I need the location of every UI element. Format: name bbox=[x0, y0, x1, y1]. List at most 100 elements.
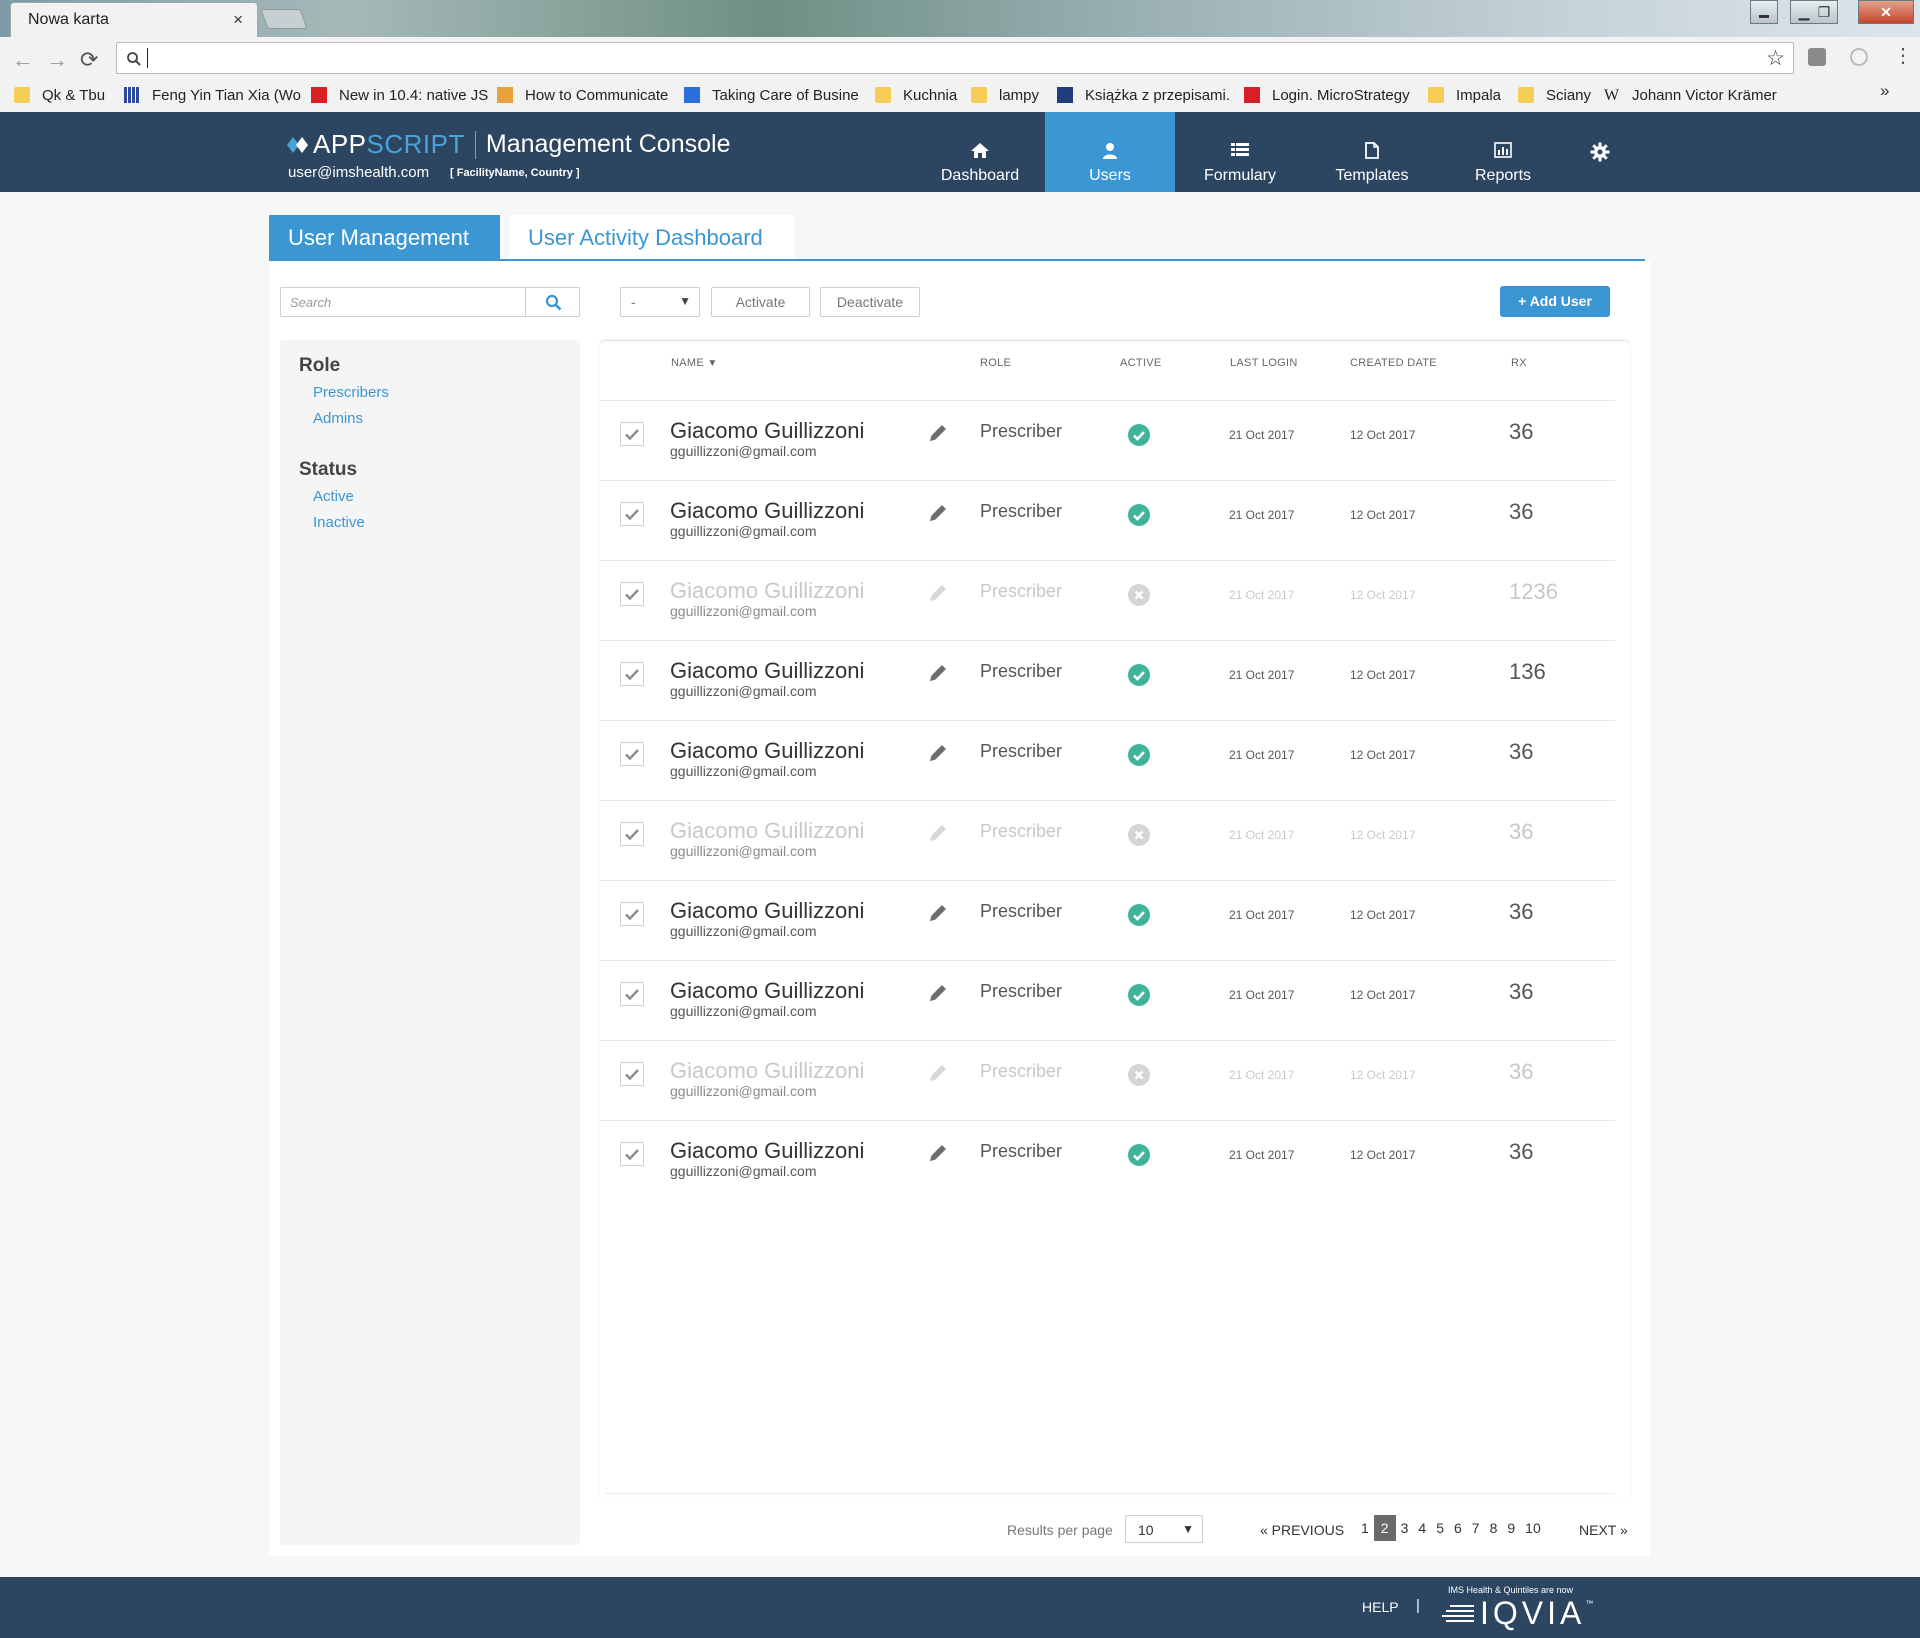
edit-pencil-icon[interactable] bbox=[926, 661, 950, 685]
active-check-icon[interactable] bbox=[1127, 663, 1151, 687]
search-button[interactable] bbox=[525, 288, 580, 316]
maximize-icon[interactable]: ❐ bbox=[1814, 1, 1834, 23]
bulk-action-select[interactable]: - ▼ bbox=[620, 287, 700, 317]
table-row[interactable]: Giacomo Guillizzoni gguillizzoni@gmail.co… bbox=[600, 960, 1615, 1040]
inactive-x-icon[interactable] bbox=[1127, 1063, 1151, 1087]
activate-button[interactable]: Activate bbox=[711, 287, 810, 317]
back-icon[interactable]: ← bbox=[12, 47, 34, 73]
inactive-x-icon[interactable] bbox=[1127, 583, 1151, 607]
edit-pencil-icon[interactable] bbox=[926, 981, 950, 1005]
row-checkbox[interactable] bbox=[620, 742, 644, 766]
nav-reports[interactable]: Reports bbox=[1438, 112, 1568, 192]
filter-inactive[interactable]: Inactive bbox=[313, 514, 365, 531]
page-link[interactable]: 9 bbox=[1502, 1515, 1520, 1541]
page-link[interactable]: 8 bbox=[1485, 1515, 1503, 1541]
more-bookmarks-icon[interactable]: » bbox=[1880, 81, 1889, 101]
table-row[interactable]: Giacomo Guillizzoni gguillizzoni@gmail.co… bbox=[600, 880, 1615, 960]
column-header-role[interactable]: ROLE bbox=[980, 357, 1011, 369]
table-row[interactable]: Giacomo Guillizzoni gguillizzoni@gmail.co… bbox=[600, 800, 1615, 880]
column-header-active[interactable]: ACTIVE bbox=[1120, 357, 1162, 369]
active-check-icon[interactable] bbox=[1127, 743, 1151, 767]
bookmark-item[interactable]: Impala bbox=[1428, 83, 1501, 107]
inactive-x-icon[interactable] bbox=[1127, 823, 1151, 847]
filter-active[interactable]: Active bbox=[313, 488, 354, 505]
row-checkbox[interactable] bbox=[620, 662, 644, 686]
table-row[interactable]: Giacomo Guillizzoni gguillizzoni@gmail.co… bbox=[600, 640, 1615, 720]
page-link[interactable]: 3 bbox=[1396, 1515, 1414, 1541]
page-link[interactable]: 2 bbox=[1373, 1515, 1396, 1541]
reload-icon[interactable]: ⟳ bbox=[80, 47, 98, 73]
row-checkbox[interactable] bbox=[620, 502, 644, 526]
results-per-page-select[interactable]: 10 ▼ bbox=[1125, 1515, 1203, 1543]
page-link[interactable]: 4 bbox=[1413, 1515, 1431, 1541]
extension-icon[interactable] bbox=[1808, 48, 1826, 66]
column-header-last-login[interactable]: LAST LOGIN bbox=[1230, 357, 1298, 369]
nav-formulary[interactable]: Formulary bbox=[1175, 112, 1305, 192]
table-row[interactable]: Giacomo Guillizzoni gguillizzoni@gmail.co… bbox=[600, 1040, 1615, 1120]
active-check-icon[interactable] bbox=[1127, 423, 1151, 447]
page-link[interactable]: 1 bbox=[1356, 1515, 1374, 1541]
row-checkbox[interactable] bbox=[620, 582, 644, 606]
bookmark-item[interactable]: W Johann Victor Krämer bbox=[1604, 83, 1777, 107]
nav-users[interactable]: Users bbox=[1045, 112, 1175, 192]
page-link[interactable]: 6 bbox=[1449, 1515, 1467, 1541]
bookmark-item[interactable]: Sciany bbox=[1518, 83, 1591, 107]
table-row[interactable]: Giacomo Guillizzoni gguillizzoni@gmail.co… bbox=[600, 560, 1615, 640]
row-checkbox[interactable] bbox=[620, 1142, 644, 1166]
new-tab-button[interactable] bbox=[260, 9, 308, 29]
column-header-rx[interactable]: RX bbox=[1511, 357, 1527, 369]
table-row[interactable]: Giacomo Guillizzoni gguillizzoni@gmail.co… bbox=[600, 480, 1615, 560]
tab-user-management[interactable]: User Management bbox=[269, 215, 500, 260]
active-check-icon[interactable] bbox=[1127, 503, 1151, 527]
previous-page-link[interactable]: « PREVIOUS bbox=[1260, 1522, 1344, 1538]
row-checkbox[interactable] bbox=[620, 982, 644, 1006]
bookmark-item[interactable]: New in 10.4: native JS bbox=[311, 83, 488, 107]
edit-pencil-icon[interactable] bbox=[926, 421, 950, 445]
filter-prescribers[interactable]: Prescribers bbox=[313, 384, 389, 401]
bookmark-item[interactable]: How to Communicate bbox=[497, 83, 668, 107]
add-user-button[interactable]: + Add User bbox=[1500, 286, 1610, 317]
minimize-button[interactable] bbox=[1750, 0, 1778, 24]
row-checkbox[interactable] bbox=[620, 1062, 644, 1086]
column-header-name[interactable]: NAME ▼ bbox=[671, 357, 718, 369]
minimize-icon[interactable]: ▁ bbox=[1794, 1, 1814, 23]
column-header-created-date[interactable]: CREATED DATE bbox=[1350, 357, 1437, 369]
row-checkbox[interactable] bbox=[620, 902, 644, 926]
address-bar[interactable]: ☆ bbox=[116, 42, 1794, 74]
window-close-button[interactable]: ✕ bbox=[1858, 0, 1914, 24]
edit-pencil-icon[interactable] bbox=[926, 501, 950, 525]
row-checkbox[interactable] bbox=[620, 422, 644, 446]
nav-dashboard[interactable]: Dashboard bbox=[915, 112, 1045, 192]
bookmark-item[interactable]: Kuchnia bbox=[875, 83, 957, 107]
star-icon[interactable]: ☆ bbox=[1766, 46, 1785, 71]
bookmark-item[interactable]: Książka z przepisami. bbox=[1057, 83, 1230, 107]
bookmark-item[interactable]: Taking Care of Busine bbox=[684, 83, 859, 107]
bookmark-item[interactable]: Feng Yin Tian Xia (Wo bbox=[124, 83, 301, 107]
edit-pencil-icon[interactable] bbox=[926, 821, 950, 845]
table-row[interactable]: Giacomo Guillizzoni gguillizzoni@gmail.co… bbox=[600, 1120, 1615, 1200]
page-link[interactable]: 7 bbox=[1467, 1515, 1485, 1541]
page-link[interactable]: 10 bbox=[1520, 1515, 1546, 1541]
next-page-link[interactable]: NEXT » bbox=[1579, 1522, 1628, 1538]
menu-icon[interactable]: ⋮ bbox=[1893, 43, 1913, 68]
extension-icon[interactable] bbox=[1850, 48, 1868, 66]
filter-admins[interactable]: Admins bbox=[313, 410, 363, 427]
edit-pencil-icon[interactable] bbox=[926, 581, 950, 605]
active-check-icon[interactable] bbox=[1127, 983, 1151, 1007]
forward-icon[interactable]: → bbox=[46, 47, 68, 73]
edit-pencil-icon[interactable] bbox=[926, 1061, 950, 1085]
active-check-icon[interactable] bbox=[1127, 903, 1151, 927]
app-logo[interactable]: APP SCRIPT Management Console bbox=[287, 129, 730, 160]
settings-button[interactable] bbox=[1590, 142, 1610, 162]
browser-tab[interactable]: Nowa karta × bbox=[10, 2, 258, 37]
edit-pencil-icon[interactable] bbox=[926, 901, 950, 925]
table-row[interactable]: Giacomo Guillizzoni gguillizzoni@gmail.co… bbox=[600, 720, 1615, 800]
page-link[interactable]: 5 bbox=[1431, 1515, 1449, 1541]
row-checkbox[interactable] bbox=[620, 822, 644, 846]
bookmark-item[interactable]: Login. MicroStrategy bbox=[1244, 83, 1410, 107]
tab-close-icon[interactable]: × bbox=[233, 10, 243, 30]
edit-pencil-icon[interactable] bbox=[926, 741, 950, 765]
help-link[interactable]: HELP bbox=[1362, 1599, 1399, 1615]
search-input[interactable] bbox=[281, 288, 525, 316]
bookmark-item[interactable]: lampy bbox=[971, 83, 1039, 107]
